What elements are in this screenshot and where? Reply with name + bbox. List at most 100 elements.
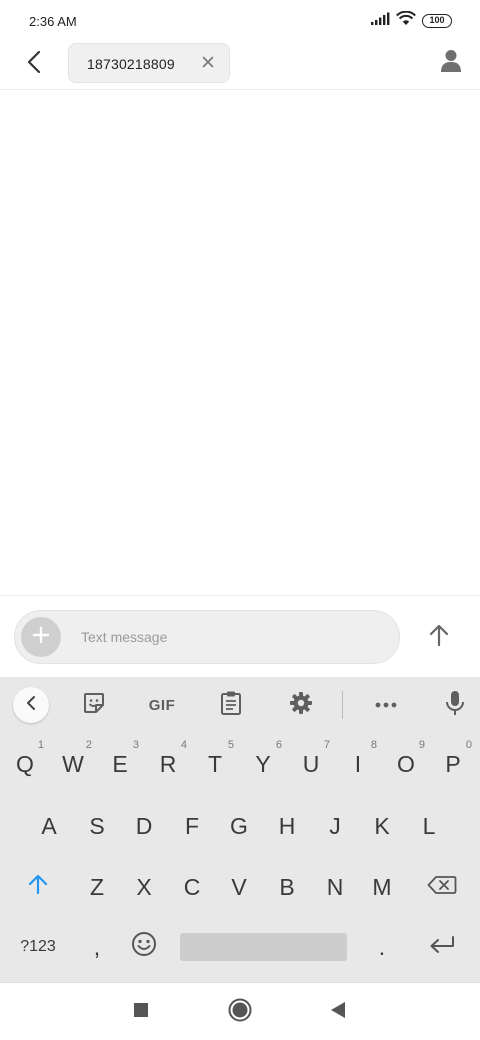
- key-hint: 2: [85, 739, 92, 751]
- navigation-bar: [0, 982, 480, 1040]
- key-o[interactable]: O 9: [384, 737, 428, 791]
- key-u[interactable]: U 7: [289, 737, 333, 791]
- key-label: I: [354, 750, 362, 777]
- sticker-icon: [82, 691, 106, 720]
- key-hint: 5: [227, 739, 234, 751]
- status-time: 2:36 AM: [29, 14, 77, 29]
- comma-key[interactable]: ,: [75, 920, 119, 974]
- key-d[interactable]: D: [122, 799, 166, 853]
- shift-arrow-icon: [27, 873, 49, 901]
- key-b[interactable]: B: [265, 860, 309, 914]
- arrow-up-icon: [428, 623, 450, 652]
- key-f[interactable]: F: [170, 799, 214, 853]
- key-q[interactable]: Q 1: [3, 737, 47, 791]
- more-button[interactable]: [368, 687, 404, 723]
- key-x[interactable]: X: [122, 860, 166, 914]
- microphone-icon: [445, 690, 465, 721]
- conversation-header: 18730218809: [0, 42, 480, 90]
- person-icon: [440, 49, 462, 78]
- key-s[interactable]: S: [75, 799, 119, 853]
- key-m[interactable]: M: [360, 860, 404, 914]
- status-icons: 100: [370, 10, 452, 31]
- key-t[interactable]: T 5: [193, 737, 237, 791]
- battery-icon: 100: [422, 14, 452, 28]
- remove-recipient-button[interactable]: [199, 55, 217, 73]
- enter-icon: [428, 934, 456, 961]
- key-label: U: [302, 750, 320, 777]
- message-list[interactable]: [0, 91, 480, 595]
- key-r[interactable]: R 4: [146, 737, 190, 791]
- key-z[interactable]: Z: [75, 860, 119, 914]
- key-hint: 3: [132, 739, 139, 751]
- key-label: P: [445, 750, 461, 777]
- more-horizontal-icon: [374, 696, 398, 714]
- key-v[interactable]: V: [217, 860, 261, 914]
- gif-button[interactable]: GIF: [140, 687, 184, 723]
- circle-icon: [228, 998, 252, 1027]
- key-e[interactable]: E 3: [98, 737, 142, 791]
- key-hint: 8: [370, 739, 377, 751]
- system-back-button[interactable]: [323, 997, 353, 1027]
- attach-button[interactable]: [21, 617, 61, 657]
- enter-key[interactable]: [420, 920, 464, 974]
- key-hint: 4: [180, 739, 187, 751]
- key-i[interactable]: I 8: [336, 737, 380, 791]
- key-g[interactable]: G: [217, 799, 261, 853]
- emoji-key[interactable]: [122, 920, 166, 974]
- backspace-icon: [427, 874, 457, 901]
- key-h[interactable]: H: [265, 799, 309, 853]
- symbols-key[interactable]: ?123: [13, 920, 63, 974]
- back-arrow-icon: [26, 50, 42, 79]
- recipient-chip[interactable]: 18730218809: [68, 43, 230, 83]
- chevron-left-icon: [25, 695, 37, 716]
- key-k[interactable]: K: [360, 799, 404, 853]
- key-hint: 1: [37, 739, 44, 751]
- key-a[interactable]: A: [27, 799, 71, 853]
- keyboard-toolbar: GIF: [0, 677, 480, 732]
- toolbar-divider: [342, 691, 343, 719]
- send-button[interactable]: [420, 618, 458, 656]
- key-label: O: [397, 750, 415, 777]
- collapse-toolbar-button[interactable]: [13, 687, 49, 723]
- key-label: T: [207, 750, 223, 777]
- voice-input-button[interactable]: [437, 687, 473, 723]
- compose-field: [14, 610, 400, 664]
- key-hint: 7: [323, 739, 330, 751]
- key-hint: 9: [418, 739, 425, 751]
- key-w[interactable]: W 2: [51, 737, 95, 791]
- recents-button[interactable]: [126, 997, 156, 1027]
- key-c[interactable]: C: [170, 860, 214, 914]
- key-l[interactable]: L: [407, 799, 451, 853]
- message-input[interactable]: [75, 623, 375, 651]
- period-key[interactable]: .: [360, 920, 404, 974]
- key-j[interactable]: J: [313, 799, 357, 853]
- key-label: R: [159, 750, 177, 777]
- signal-icon: [370, 12, 390, 31]
- key-n[interactable]: N: [313, 860, 357, 914]
- square-icon: [133, 1002, 149, 1023]
- key-label: E: [112, 750, 128, 777]
- emoji-icon: [131, 931, 157, 963]
- close-icon: [202, 55, 214, 73]
- key-label: W: [62, 750, 84, 777]
- sticker-button[interactable]: [76, 687, 112, 723]
- home-button[interactable]: [225, 997, 255, 1027]
- clipboard-button[interactable]: [213, 687, 249, 723]
- recipient-number: 18730218809: [87, 56, 175, 72]
- wifi-icon: [396, 10, 416, 31]
- key-hint: 0: [465, 739, 472, 751]
- key-p[interactable]: P 0: [431, 737, 475, 791]
- status-bar: 2:36 AM 100: [0, 0, 480, 42]
- clipboard-icon: [220, 690, 242, 721]
- shift-key[interactable]: [16, 860, 60, 914]
- gear-icon: [289, 691, 313, 720]
- space-bar[interactable]: [180, 933, 347, 961]
- back-button[interactable]: [20, 50, 48, 78]
- compose-bar: [0, 595, 480, 677]
- key-label: Q: [16, 750, 34, 777]
- keyboard-settings-button[interactable]: [283, 687, 319, 723]
- key-y[interactable]: Y 6: [241, 737, 285, 791]
- contact-button[interactable]: [436, 48, 466, 78]
- backspace-key[interactable]: [420, 860, 464, 914]
- key-hint: 6: [275, 739, 282, 751]
